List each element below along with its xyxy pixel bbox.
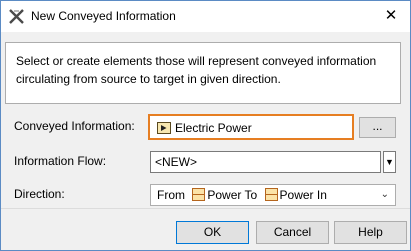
information-flow-dropdown-button[interactable]: ▼: [383, 151, 396, 173]
chevron-down-icon: ⌄: [380, 189, 389, 200]
browse-button[interactable]: ...: [359, 117, 396, 138]
dialog-window: New Conveyed Information ✕ Select or cre…: [0, 0, 411, 251]
dialog-title: New Conveyed Information: [31, 9, 176, 23]
close-button[interactable]: ✕: [379, 5, 403, 27]
direction-to-text: To: [244, 188, 258, 202]
description-panel: Select or create elements those will rep…: [5, 42, 401, 104]
conveyed-information-label: Conveyed Information:: [14, 119, 135, 133]
close-icon: ✕: [384, 7, 398, 24]
direction-to-port: Power In: [279, 188, 327, 202]
chevron-down-icon: ▼: [385, 157, 394, 167]
button-separator: [1, 208, 410, 209]
port-icon: [192, 188, 206, 201]
direction-label: Direction:: [14, 187, 65, 201]
port-icon: [264, 188, 278, 201]
description-text: Select or create elements those will rep…: [16, 54, 377, 86]
information-flow-combo[interactable]: <NEW>: [150, 151, 381, 173]
conveyed-information-field[interactable]: Electric Power: [148, 114, 354, 140]
information-flow-label: Information Flow:: [14, 154, 107, 168]
help-button[interactable]: Help: [334, 221, 407, 244]
magicdraw-x-icon: [9, 9, 24, 24]
cancel-button[interactable]: Cancel: [256, 221, 329, 244]
title-bar: New Conveyed Information ✕: [1, 1, 410, 32]
direction-from-port: Power: [207, 188, 242, 202]
dialog-body: Select or create elements those will rep…: [1, 32, 410, 250]
direction-select[interactable]: From Power To Power In ⌄: [150, 184, 396, 206]
ok-button[interactable]: OK: [176, 221, 249, 244]
conveyed-information-value: Electric Power: [175, 121, 252, 135]
direction-from-text: From: [157, 188, 185, 202]
signal-element-icon: [157, 122, 171, 134]
